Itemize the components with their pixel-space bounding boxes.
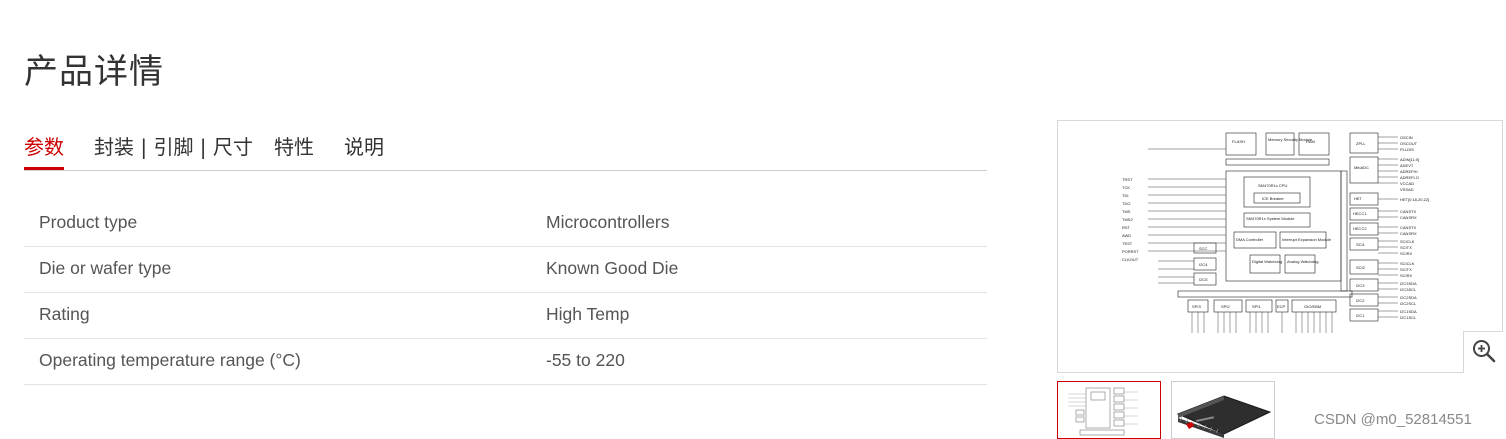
svg-text:Interrupt Expansion Module: Interrupt Expansion Module xyxy=(1282,237,1332,242)
tab-features[interactable]: 特性 xyxy=(274,131,314,160)
param-value: Microcontrollers xyxy=(546,212,670,232)
svg-text:SCIRX: SCIRX xyxy=(1400,251,1413,256)
svg-text:SCI1: SCI1 xyxy=(1356,242,1366,247)
svg-text:VCCAD: VCCAD xyxy=(1400,181,1414,186)
svg-text:I2C1SCL: I2C1SCL xyxy=(1400,315,1417,320)
tab-description[interactable]: 说明 xyxy=(344,131,384,160)
flash-block xyxy=(1225,132,1257,156)
svg-text:CANSRX: CANSRX xyxy=(1400,231,1417,236)
svg-text:ADREFLO: ADREFLO xyxy=(1400,175,1419,180)
svg-text:TCK: TCK xyxy=(1122,185,1130,190)
param-label: Die or wafer type xyxy=(39,258,172,278)
page-title: 产品详情 xyxy=(24,52,164,92)
svg-text:TEST: TEST xyxy=(1122,241,1133,246)
svg-text:HET: HET xyxy=(1354,196,1363,201)
tab-bar: 参数 封装 | 引脚 | 尺寸 特性 说明 xyxy=(24,126,987,171)
table-row: Die or wafer type Known Good Die xyxy=(24,247,987,293)
thumbnail-block-diagram[interactable] xyxy=(1057,381,1161,439)
thumbnail-chip-package-photo[interactable] xyxy=(1171,381,1275,439)
svg-text:SM470R1x System Module: SM470R1x System Module xyxy=(1246,216,1295,221)
zoom-button[interactable] xyxy=(1463,331,1503,373)
svg-text:ICE Breaker: ICE Breaker xyxy=(1262,196,1284,201)
svg-text:PLLDIS: PLLDIS xyxy=(1400,147,1414,152)
svg-text:SCITX: SCITX xyxy=(1400,245,1412,250)
svg-text:SPI1: SPI1 xyxy=(1252,304,1261,309)
active-tab-indicator xyxy=(24,167,64,170)
table-row: Rating High Temp xyxy=(24,293,987,339)
param-label: Product type xyxy=(39,212,138,232)
svg-text:CANSTX: CANSTX xyxy=(1400,209,1417,214)
svg-text:CANSRX: CANSRX xyxy=(1400,215,1417,220)
svg-text:SCIRX: SCIRX xyxy=(1400,273,1413,278)
svg-text:HECC1: HECC1 xyxy=(1353,211,1367,216)
svg-text:I2C3SDA: I2C3SDA xyxy=(1400,281,1417,286)
param-label: Operating temperature range (°C) xyxy=(39,350,301,370)
svg-text:I2C3: I2C3 xyxy=(1356,283,1365,288)
parameters-table: Product type Microcontrollers Die or waf… xyxy=(24,201,987,385)
svg-text:ADEVT: ADEVT xyxy=(1400,163,1414,168)
svg-text:ZPLL: ZPLL xyxy=(1356,141,1366,146)
svg-text:CANSTX: CANSTX xyxy=(1400,225,1417,230)
block-diagram-image[interactable]: FLASH Memory Security Module RAM ZPLL SM… xyxy=(1057,120,1503,373)
svg-text:RAM: RAM xyxy=(1306,139,1315,144)
svg-text:I2C2SDA: I2C2SDA xyxy=(1400,295,1417,300)
svg-text:ADIN[11:0]: ADIN[11:0] xyxy=(1400,157,1419,162)
svg-text:SCITX: SCITX xyxy=(1400,267,1412,272)
param-value: -55 to 220 xyxy=(546,350,625,370)
svg-text:I2C1SDA: I2C1SDA xyxy=(1400,309,1417,314)
param-value: Known Good Die xyxy=(546,258,679,278)
svg-text:MibADC: MibADC xyxy=(1354,165,1369,170)
svg-text:SCC: SCC xyxy=(1199,246,1208,251)
svg-text:GIO/EBM: GIO/EBM xyxy=(1304,304,1321,309)
svg-text:VSSAD: VSSAD xyxy=(1400,187,1414,192)
svg-text:Analog Watchdog: Analog Watchdog xyxy=(1287,259,1318,264)
svg-text:I2C1: I2C1 xyxy=(1356,313,1365,318)
svg-text:TDO: TDO xyxy=(1122,201,1130,206)
svg-text:SCI2: SCI2 xyxy=(1356,265,1366,270)
svg-text:SM470R1x CPU: SM470R1x CPU xyxy=(1258,183,1287,188)
svg-text:OSCIN: OSCIN xyxy=(1400,135,1413,140)
svg-text:TRST: TRST xyxy=(1122,177,1133,182)
svg-text:SPI2: SPI2 xyxy=(1221,304,1230,309)
svg-text:OSCOUT: OSCOUT xyxy=(1400,141,1418,146)
svg-text:DMA Controller: DMA Controller xyxy=(1236,237,1264,242)
svg-text:Digital Watchdog: Digital Watchdog xyxy=(1252,259,1282,264)
watermark: CSDN @m0_52814551 xyxy=(1314,411,1472,428)
svg-text:RST: RST xyxy=(1122,225,1131,230)
svg-text:I2C5: I2C5 xyxy=(1199,277,1208,282)
svg-text:HECC2: HECC2 xyxy=(1353,226,1367,231)
svg-text:PORRST: PORRST xyxy=(1122,249,1139,254)
svg-text:AWD: AWD xyxy=(1122,233,1131,238)
svg-text:HET[0:18,20,22]: HET[0:18,20,22] xyxy=(1400,197,1429,202)
param-value: High Temp xyxy=(546,304,630,324)
table-row: Operating temperature range (°C) -55 to … xyxy=(24,339,987,385)
svg-text:SCICLK: SCICLK xyxy=(1400,261,1415,266)
svg-text:TDI: TDI xyxy=(1122,193,1128,198)
svg-text:I2C2: I2C2 xyxy=(1356,298,1365,303)
svg-text:TMS2: TMS2 xyxy=(1122,217,1133,222)
svg-text:ADREFHI: ADREFHI xyxy=(1400,169,1418,174)
table-row: Product type Microcontrollers xyxy=(24,201,987,247)
param-label: Rating xyxy=(39,304,90,324)
svg-text:I2C4: I2C4 xyxy=(1199,262,1208,267)
svg-text:TMS: TMS xyxy=(1122,209,1131,214)
tab-parameters[interactable]: 参数 xyxy=(24,131,64,160)
zoom-in-icon xyxy=(1471,338,1497,368)
svg-text:I2C3SCL: I2C3SCL xyxy=(1400,287,1417,292)
svg-text:SCICLK: SCICLK xyxy=(1400,239,1415,244)
tab-package-pins-size[interactable]: 封装 | 引脚 | 尺寸 xyxy=(94,131,253,160)
svg-text:SPI3: SPI3 xyxy=(1192,304,1201,309)
svg-text:CLKOUT: CLKOUT xyxy=(1122,257,1139,262)
svg-text:ECP: ECP xyxy=(1277,304,1286,309)
svg-text:I2C2SCL: I2C2SCL xyxy=(1400,301,1417,306)
svg-text:FLASH: FLASH xyxy=(1232,139,1245,144)
